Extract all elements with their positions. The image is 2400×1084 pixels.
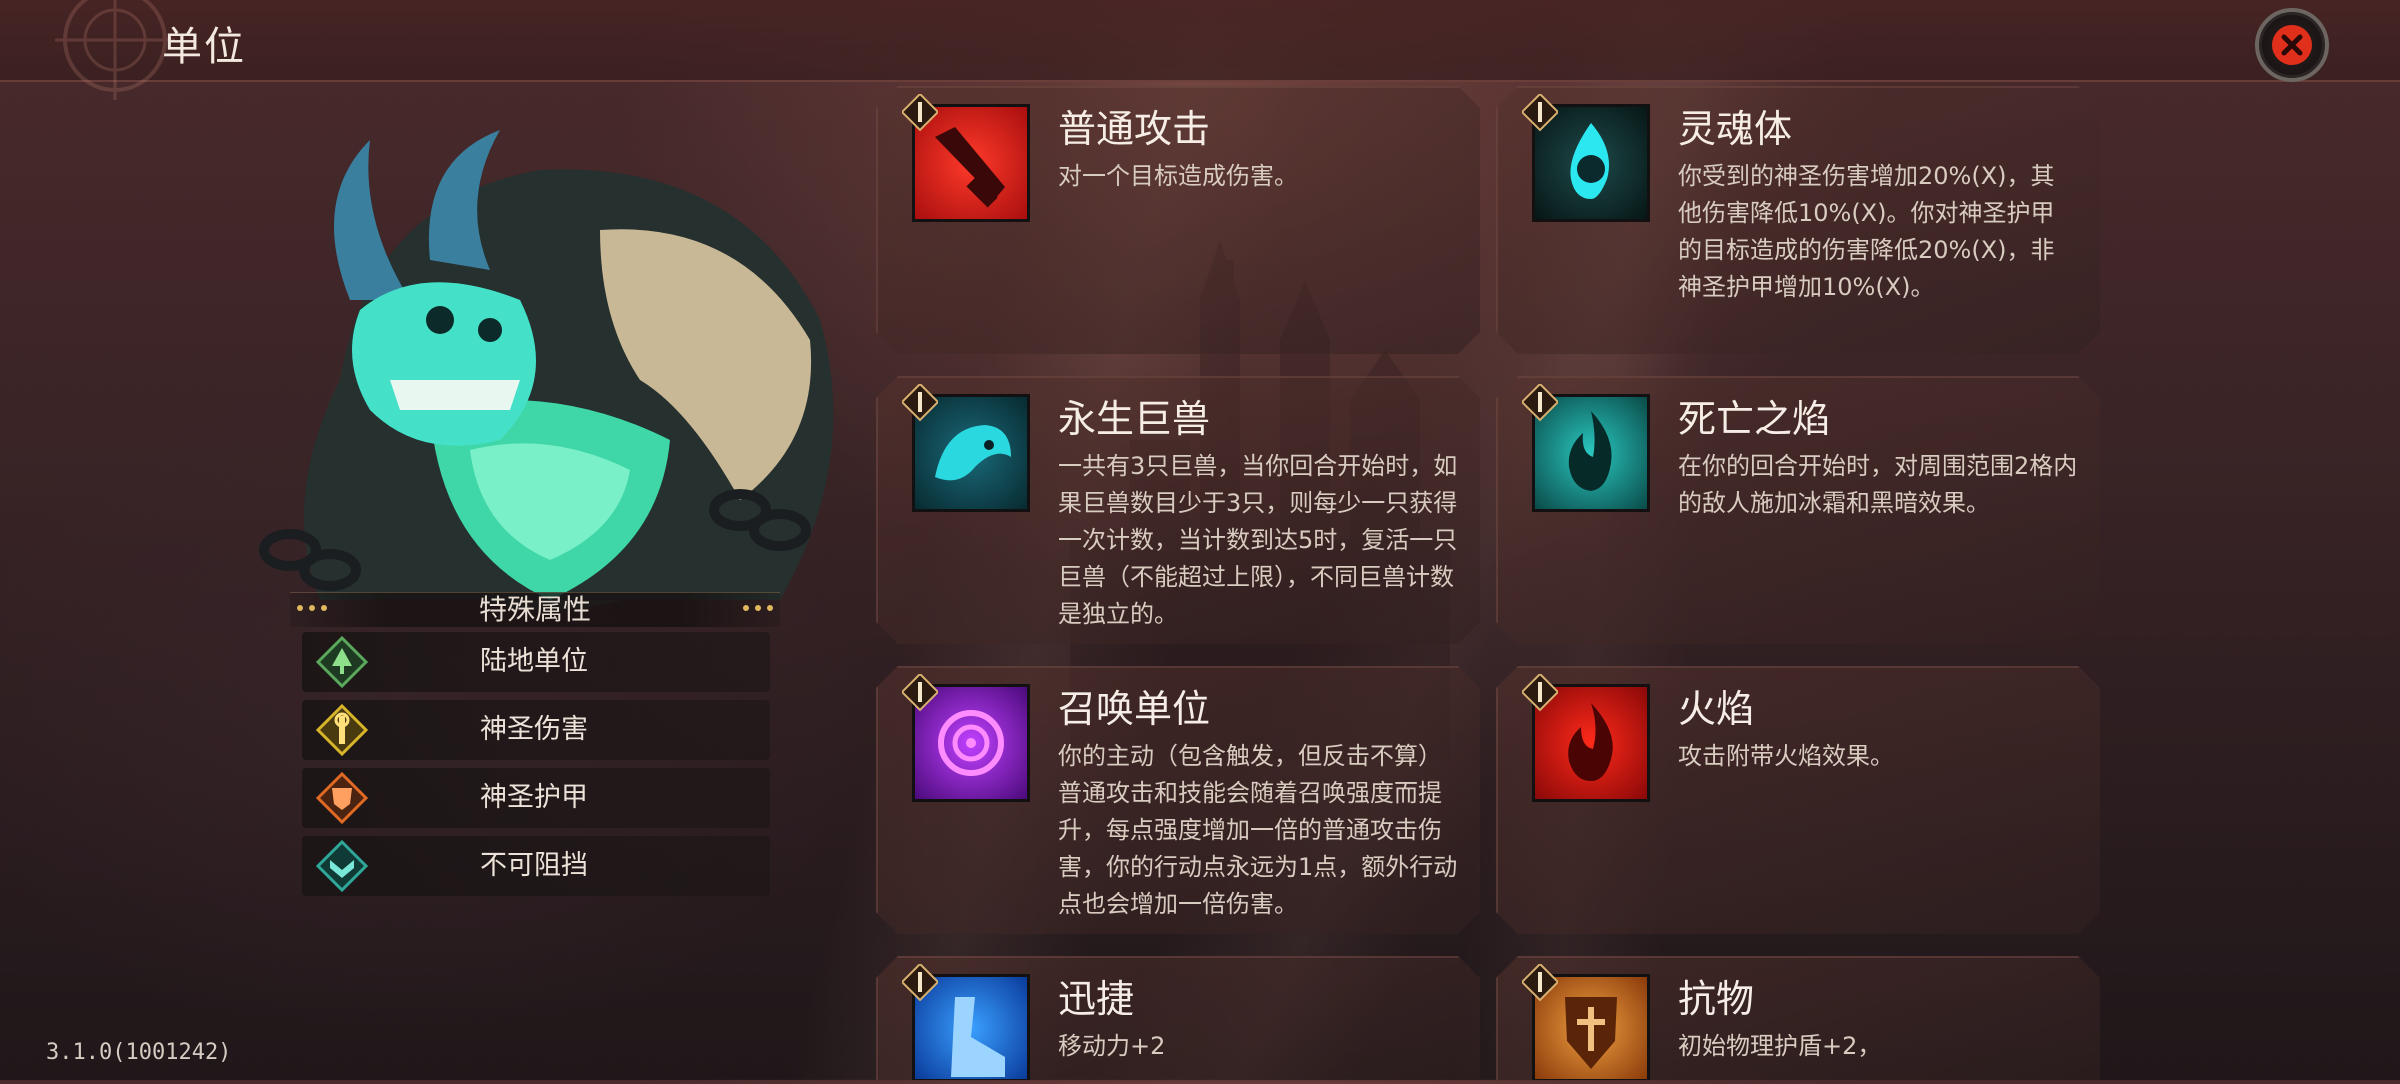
ability-description: 一共有3只巨兽，当你回合开始时，如果巨兽数目少于3只，则每少一只获得一次计数，当…	[1058, 452, 1458, 628]
ability-card-physical-resist[interactable]: 抗物 初始物理护盾+2，	[1496, 956, 2100, 1080]
ability-description: 攻击附带火焰效果。	[1678, 742, 1894, 770]
attribute-label: 神圣伤害	[480, 714, 588, 745]
ability-card-summon-unit[interactable]: 召唤单位 你的主动（包含触发，但反击不算）普通攻击和技能会随着召唤强度而提升，每…	[876, 666, 1480, 934]
info-tag-icon	[902, 384, 938, 422]
ability-name: 火焰	[1678, 687, 1755, 731]
ability-description: 对一个目标造成伤害。	[1058, 162, 1298, 190]
ability-card-fire[interactable]: 火焰 攻击附带火焰效果。	[1496, 666, 2100, 934]
ability-name: 灵魂体	[1678, 107, 1793, 151]
ability-description: 你的主动（包含触发，但反击不算）普通攻击和技能会随着召唤强度而提升，每点强度增加…	[1058, 742, 1458, 918]
ornament-dots-right	[743, 605, 773, 611]
info-tag-icon	[1522, 964, 1558, 1002]
ability-name: 迅捷	[1058, 977, 1135, 1021]
ability-card-normal-attack[interactable]: 普通攻击 对一个目标造成伤害。	[876, 86, 1480, 354]
ability-card-death-flame[interactable]: 死亡之焰 在你的回合开始时，对周围范围2格内的敌人施加冰霜和黑暗效果。	[1496, 376, 2100, 644]
unit-portrait	[259, 130, 834, 610]
attribute-label: 神圣护甲	[480, 782, 588, 813]
attribute-row-holy-damage[interactable]: 神圣伤害	[302, 700, 770, 760]
ability-card-swift[interactable]: 迅捷 移动力+2	[876, 956, 1480, 1080]
attribute-label: 不可阻挡	[480, 850, 588, 881]
page-title: 单位	[162, 24, 246, 70]
ability-description: 你受到的神圣伤害增加20%(X)，其他伤害降低10%(X)。你对神圣护甲的目标造…	[1678, 162, 2055, 301]
ability-name: 召唤单位	[1058, 687, 1211, 731]
special-attributes-header: 特殊属性	[290, 592, 780, 627]
close-button[interactable]	[2255, 8, 2329, 82]
attribute-row-land-unit[interactable]: 陆地单位	[302, 632, 770, 692]
top-bar	[0, 0, 2400, 100]
info-tag-icon	[1522, 384, 1558, 422]
ability-description: 移动力+2	[1058, 1032, 1166, 1060]
ability-card-soul-body[interactable]: 灵魂体 你受到的神圣伤害增加20%(X)，其他伤害降低10%(X)。你对神圣护甲…	[1496, 86, 2100, 354]
attribute-label: 陆地单位	[480, 646, 588, 677]
ability-name: 普通攻击	[1058, 107, 1211, 151]
holy-armor-icon	[316, 772, 368, 824]
info-tag-icon	[1522, 674, 1558, 712]
close-icon	[2272, 25, 2312, 65]
ability-name: 永生巨兽	[1058, 397, 1211, 441]
info-tag-icon	[1522, 94, 1558, 132]
ability-name: 死亡之焰	[1678, 397, 1831, 441]
version-label: 3.1.0(1001242)	[46, 1040, 232, 1065]
attribute-row-holy-armor[interactable]: 神圣护甲	[302, 768, 770, 828]
unstoppable-icon	[316, 840, 368, 892]
ability-description: 初始物理护盾+2，	[1678, 1032, 1882, 1060]
special-attributes-title: 特殊属性	[478, 593, 591, 626]
holy-damage-icon	[316, 704, 368, 756]
ability-card-immortal-beast[interactable]: 永生巨兽 一共有3只巨兽，当你回合开始时，如果巨兽数目少于3只，则每少一只获得一…	[876, 376, 1480, 644]
land-unit-icon	[316, 636, 368, 688]
attribute-row-unstoppable[interactable]: 不可阻挡	[302, 836, 770, 896]
info-tag-icon	[902, 674, 938, 712]
info-tag-icon	[902, 94, 938, 132]
ability-name: 抗物	[1678, 977, 1755, 1021]
ability-description: 在你的回合开始时，对周围范围2格内的敌人施加冰霜和黑暗效果。	[1678, 452, 2078, 517]
info-tag-icon	[902, 964, 938, 1002]
